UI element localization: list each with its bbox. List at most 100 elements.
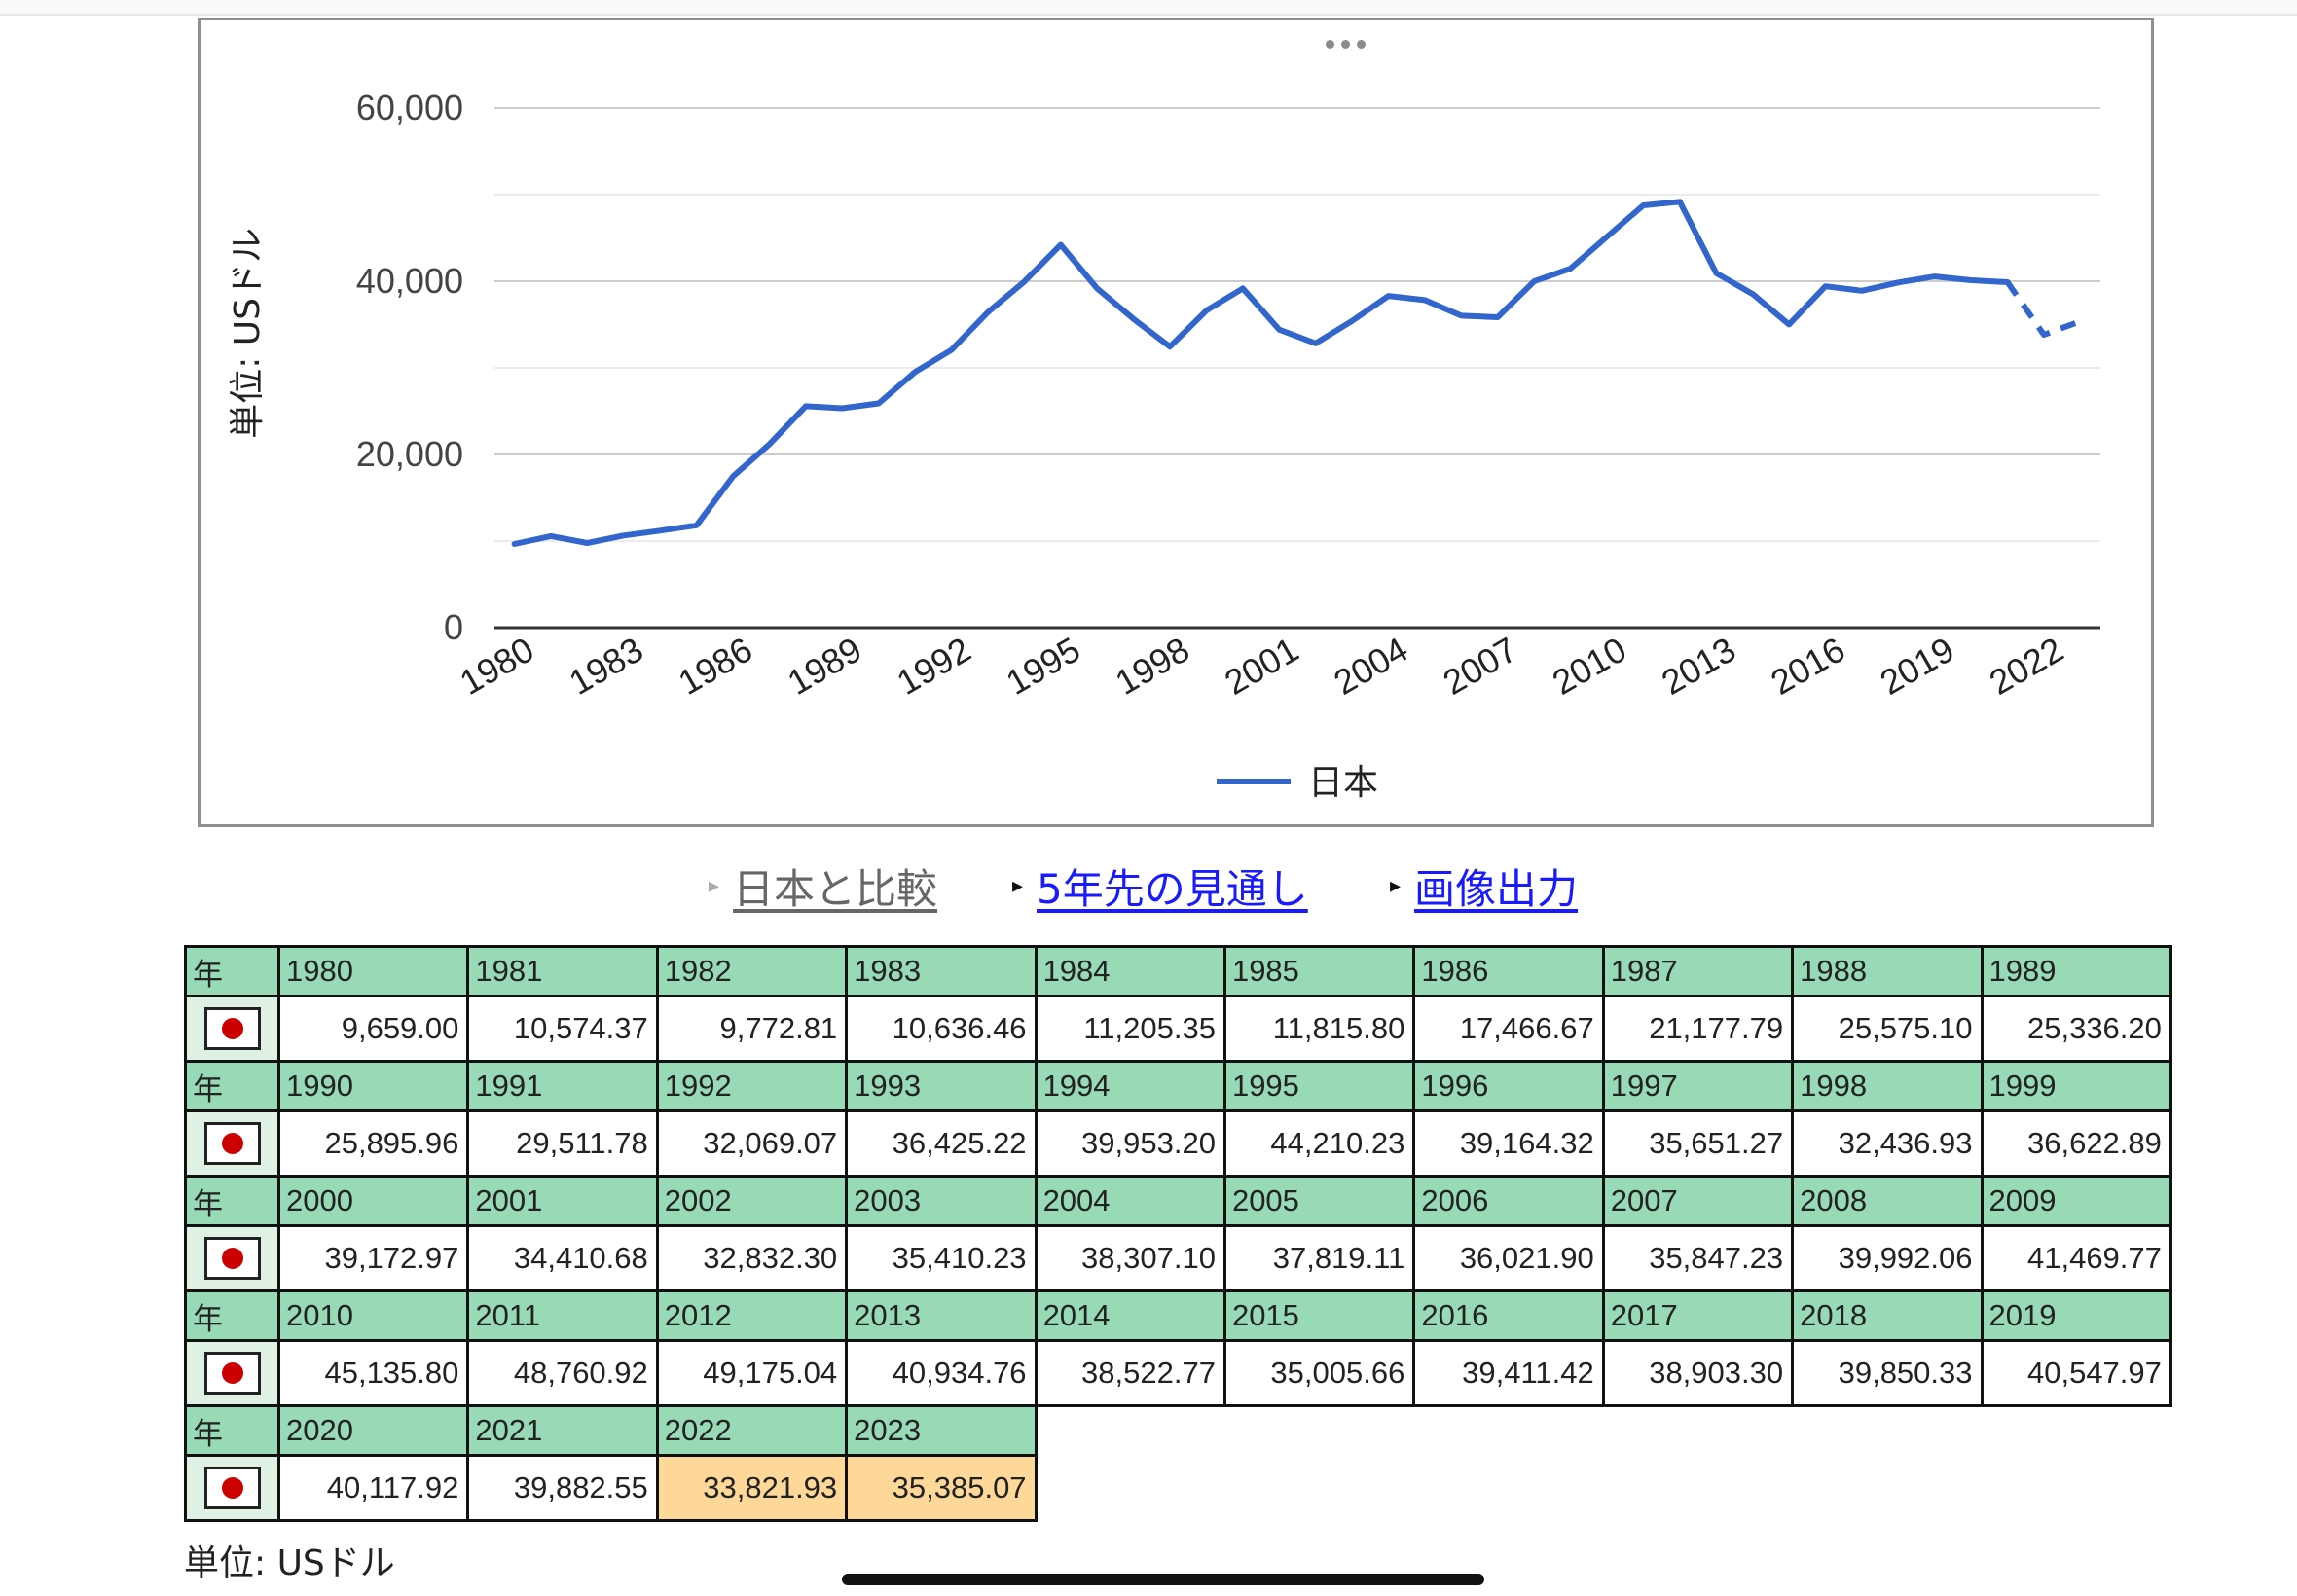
- year-cell: 1985: [1222, 945, 1416, 998]
- forecast-value-cell: 35,385.07: [845, 1454, 1038, 1522]
- data-point: [1021, 278, 1027, 284]
- data-point: [803, 403, 809, 409]
- table-year-row: 年 2010 2011 2012 2013 2014 2015 2016 2017 2018 201…: [184, 1289, 2172, 1342]
- year-cell: 1980: [276, 945, 470, 998]
- empty-cell: [1036, 1406, 1224, 1456]
- value-cell: 39,411.42: [1412, 1339, 1605, 1407]
- series-line-japan-forecast: [2005, 280, 2082, 338]
- value-cell: 32,436.93: [1791, 1109, 1984, 1178]
- data-point: [1895, 279, 1901, 285]
- table-year-row: 年 1990 1991 1992 1993 1994 1995 1996 1997 1998 199…: [184, 1060, 2172, 1112]
- value-cell: 40,117.92: [276, 1454, 470, 1522]
- link-item[interactable]: ▸ 画像出力: [1390, 856, 1578, 915]
- link-text[interactable]: 日本と比較: [733, 856, 937, 916]
- year-cell: 2013: [845, 1289, 1038, 1342]
- year-cell: 2019: [1980, 1289, 2172, 1342]
- value-cell: 25,895.96: [276, 1109, 470, 1178]
- data-point: [1604, 234, 1610, 239]
- value-cell: 36,622.89: [1980, 1109, 2172, 1178]
- data-point: [1058, 242, 1064, 248]
- value-cell: 39,172.97: [276, 1224, 470, 1292]
- horizontal-scrollbar[interactable]: [842, 1574, 1484, 1585]
- x-tick-label: 1998: [1109, 629, 1196, 703]
- y-axis-label: 単位: USドル: [228, 228, 268, 439]
- value-cell: 39,992.06: [1791, 1224, 1984, 1292]
- year-cell: 2017: [1601, 1289, 1795, 1342]
- data-point: [584, 540, 590, 546]
- unit-note: 単位: USドル: [184, 1543, 395, 1583]
- japan-flag-icon: [203, 1237, 261, 1280]
- value-cell: 34,410.68: [466, 1224, 659, 1292]
- data-point: [1458, 312, 1464, 318]
- year-cell: 1999: [1980, 1060, 2172, 1112]
- japan-flag-icon: [203, 1122, 261, 1165]
- x-tick-label: 1989: [781, 629, 868, 703]
- value-cell: 39,953.20: [1034, 1109, 1226, 1178]
- year-header-cell: 年: [184, 945, 280, 998]
- x-tick-label: 1986: [672, 629, 759, 703]
- x-tick-label: 2019: [1874, 629, 1961, 703]
- data-point: [839, 406, 845, 412]
- value-cell: 36,021.90: [1412, 1224, 1605, 1292]
- year-cell: 2001: [466, 1175, 659, 1227]
- data-point: [657, 527, 663, 533]
- year-cell: 2012: [655, 1289, 849, 1342]
- data-point: [1094, 285, 1100, 291]
- x-tick-label: 2013: [1655, 629, 1742, 703]
- y-tick-label: 40,000: [356, 261, 463, 301]
- data-point: [621, 532, 627, 538]
- value-cell: 32,069.07: [655, 1109, 849, 1178]
- data-point: [512, 541, 518, 547]
- data-point: [1531, 278, 1537, 284]
- x-tick-label: 1983: [563, 629, 650, 703]
- table-value-row: 39,172.97 34,410.68 32,832.30 35,410.23 38,3…: [184, 1224, 2172, 1292]
- link-text[interactable]: 5年先の見通し: [1037, 856, 1308, 916]
- year-cell: 2008: [1791, 1175, 1984, 1227]
- value-cell: 44,210.23: [1222, 1109, 1416, 1178]
- value-cell: 41,469.77: [1980, 1224, 2172, 1292]
- chart-links: ▸ 日本と比較 ▸ 5年先の見通し ▸ 画像出力: [0, 856, 2297, 915]
- value-cell: 25,336.20: [1980, 995, 2172, 1063]
- year-cell: 2009: [1980, 1175, 2172, 1227]
- value-cell: 40,547.97: [1980, 1339, 2172, 1407]
- data-point: [1495, 314, 1501, 320]
- table-value-row: 40,117.92 39,882.55 33,821.93 35,385.07: [184, 1454, 2171, 1522]
- year-cell: 1992: [655, 1060, 849, 1112]
- empty-cell: [1414, 1406, 1603, 1456]
- value-cell: 39,882.55: [466, 1454, 659, 1522]
- data-point: [2041, 332, 2047, 338]
- year-cell: 1993: [845, 1060, 1038, 1112]
- value-cell: 37,819.11: [1222, 1224, 1416, 1292]
- value-cell: 48,760.92: [466, 1339, 659, 1407]
- x-tick-label: 1980: [453, 629, 540, 703]
- year-cell: 1990: [276, 1060, 470, 1112]
- value-cell: 36,425.22: [845, 1109, 1038, 1178]
- data-point: [1859, 288, 1865, 294]
- x-tick-label: 2022: [1983, 629, 2070, 703]
- value-cell: 38,903.30: [1601, 1339, 1795, 1407]
- year-cell: 1996: [1412, 1060, 1605, 1112]
- year-cell: 1994: [1034, 1060, 1226, 1112]
- year-header-cell: 年: [184, 1060, 280, 1112]
- year-cell: 2005: [1222, 1175, 1416, 1227]
- year-cell: 1989: [1980, 945, 2172, 998]
- value-cell: 25,575.10: [1791, 995, 1984, 1063]
- data-point: [2005, 279, 2011, 285]
- value-cell: 49,175.04: [655, 1339, 849, 1407]
- link-item[interactable]: ▸ 日本と比較: [709, 856, 937, 915]
- empty-cell: [1603, 1456, 1792, 1521]
- value-cell: 35,005.66: [1222, 1339, 1416, 1407]
- empty-cell: [1982, 1456, 2170, 1521]
- value-cell: 11,815.80: [1222, 995, 1416, 1063]
- link-text[interactable]: 画像出力: [1414, 856, 1578, 916]
- link-item[interactable]: ▸ 5年先の見通し: [1012, 856, 1308, 915]
- empty-cell: [1224, 1406, 1413, 1456]
- data-point: [2077, 318, 2083, 324]
- value-cell: 45,135.80: [276, 1339, 470, 1407]
- year-cell: 1995: [1222, 1060, 1416, 1112]
- bullet-arrow-icon: ▸: [1390, 873, 1402, 898]
- value-cell: 40,934.76: [845, 1339, 1038, 1407]
- year-cell: 1997: [1601, 1060, 1795, 1112]
- data-point: [1968, 277, 1974, 283]
- year-cell: 1998: [1791, 1060, 1984, 1112]
